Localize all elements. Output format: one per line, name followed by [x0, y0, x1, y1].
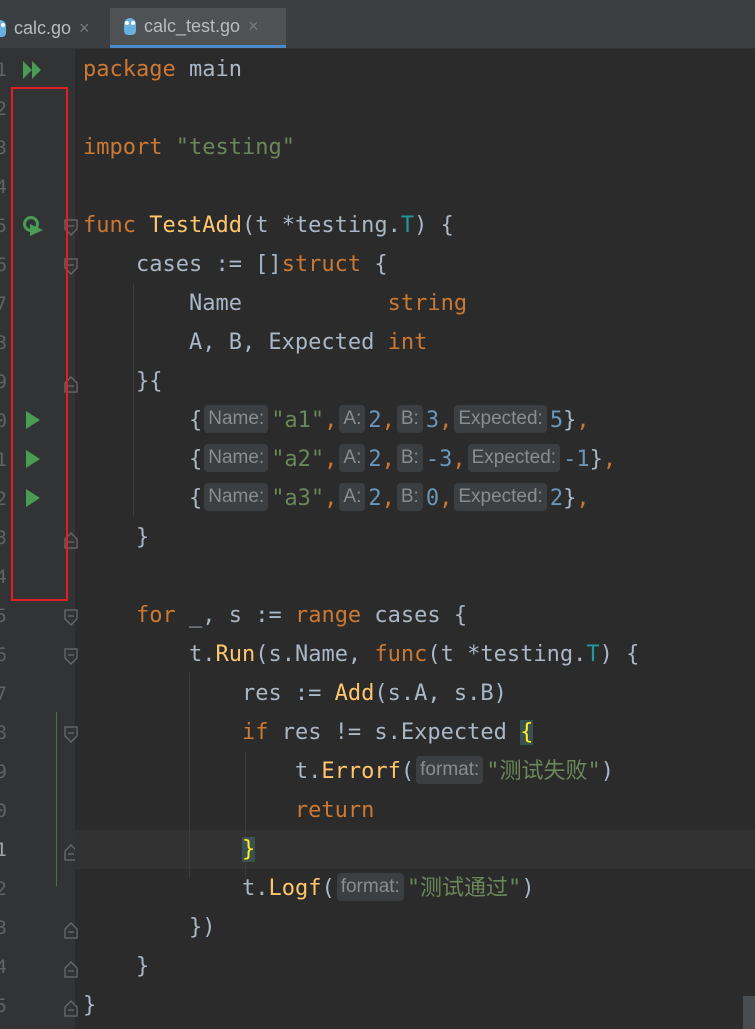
- line-number: 3: [0, 527, 7, 549]
- line-number: 7: [0, 293, 7, 315]
- param-hint: A:: [339, 405, 366, 433]
- param-hint: Expected:: [467, 444, 561, 472]
- close-icon[interactable]: ×: [79, 18, 90, 39]
- line-number: 9: [0, 761, 7, 783]
- line-number: 2: [0, 98, 7, 120]
- param-hint: A:: [339, 444, 366, 472]
- param-hint: B:: [396, 405, 423, 433]
- code-line-7: Name string: [83, 291, 468, 316]
- param-hint: Name:: [204, 405, 269, 433]
- line-number: 5: [0, 215, 7, 237]
- code-line-5: func TestAdd(t *testing.T) {: [83, 213, 454, 238]
- line-number: 2: [0, 488, 7, 510]
- test-case-line: {Name: "a2", A: 2, B: -3, Expected: -1},: [83, 440, 616, 479]
- line-number: 4: [0, 566, 7, 588]
- line-number: 4: [0, 956, 7, 978]
- code-line-3: import "testing": [83, 135, 295, 160]
- close-icon[interactable]: ×: [248, 16, 259, 37]
- line-number: 8: [0, 332, 7, 354]
- param-hint: Expected:: [454, 483, 547, 511]
- go-file-icon: [124, 18, 136, 35]
- code-line-21: }: [83, 830, 256, 869]
- line-number-current: 1: [0, 839, 7, 861]
- test-case-line: {Name: "a1", A: 2, B: 3, Expected: 5},: [83, 401, 590, 440]
- line-number: 5: [0, 605, 7, 627]
- param-hint: Expected:: [454, 405, 547, 433]
- line-number: 8: [0, 722, 7, 744]
- code-line-1: package main: [83, 57, 242, 82]
- code-line-25: }: [83, 993, 97, 1018]
- code-line-24: }: [135, 954, 150, 979]
- line-number: 2: [0, 878, 7, 900]
- code-line-18: if res != s.Expected {: [241, 720, 534, 745]
- param-hint: B:: [396, 444, 423, 472]
- line-number: 1: [0, 59, 7, 81]
- editor-gutter: 1 2 3 4 5 6 7 8 9 0 1 2 3 4 5 6 7 8 9 0 …: [0, 49, 78, 1029]
- line-number: 6: [0, 644, 7, 666]
- change-marker: [56, 712, 57, 886]
- param-hint: Name:: [204, 483, 269, 511]
- code-line-13: }: [83, 525, 150, 550]
- code-line-16: t.Run(s.Name, func(t *testing.T) {: [188, 642, 640, 667]
- code-line-19: t.Errorf(format: "测试失败"): [83, 752, 614, 791]
- line-number: 4: [0, 176, 7, 198]
- line-number: 7: [0, 683, 7, 705]
- line-number: 9: [0, 371, 7, 393]
- line-number: 0: [0, 800, 7, 822]
- param-hint: format:: [336, 873, 404, 901]
- matched-brace: {: [520, 720, 534, 745]
- line-number: 6: [0, 254, 7, 276]
- param-hint: format:: [416, 756, 484, 784]
- annotation-highlight-box: [11, 87, 68, 601]
- code-line-9: }{: [83, 369, 163, 394]
- go-file-icon: [0, 19, 6, 37]
- tab-calc-go[interactable]: calc.go ×: [0, 8, 106, 48]
- code-line-8: A, B, Expected int: [83, 330, 428, 355]
- param-hint: A:: [339, 483, 366, 511]
- window-top-strip: [0, 0, 755, 8]
- tab-calc-test-go[interactable]: calc_test.go ×: [110, 8, 286, 48]
- line-number: 3: [0, 137, 7, 159]
- param-hint: B:: [396, 483, 423, 511]
- code-line-22: t.Logf(format: "测试通过"): [83, 869, 535, 908]
- code-editor[interactable]: package main import "testing" func TestA…: [56, 49, 755, 1029]
- line-number: 3: [0, 917, 7, 939]
- line-number: 5: [0, 995, 7, 1017]
- tab-label: calc.go: [14, 17, 72, 38]
- code-line-17: res := Add(s.A, s.B): [241, 681, 507, 706]
- code-line-6: cases := []struct {: [83, 252, 388, 277]
- scrollbar-thumb[interactable]: [743, 996, 755, 1029]
- tab-label: calc_test.go: [144, 16, 241, 36]
- test-case-line: {Name: "a3", A: 2, B: 0, Expected: 2},: [83, 479, 590, 518]
- run-all-tests-icon[interactable]: [22, 59, 44, 81]
- matched-brace: }: [241, 837, 256, 862]
- param-hint: Name:: [204, 444, 269, 472]
- code-line-23: }): [188, 915, 216, 940]
- line-number: 1: [0, 449, 7, 471]
- editor-tab-bar: calc.go × calc_test.go ×: [0, 8, 755, 49]
- code-line-15: for _, s := range cases {: [135, 603, 468, 628]
- code-line-20: return: [294, 798, 375, 823]
- line-number: 0: [0, 410, 7, 432]
